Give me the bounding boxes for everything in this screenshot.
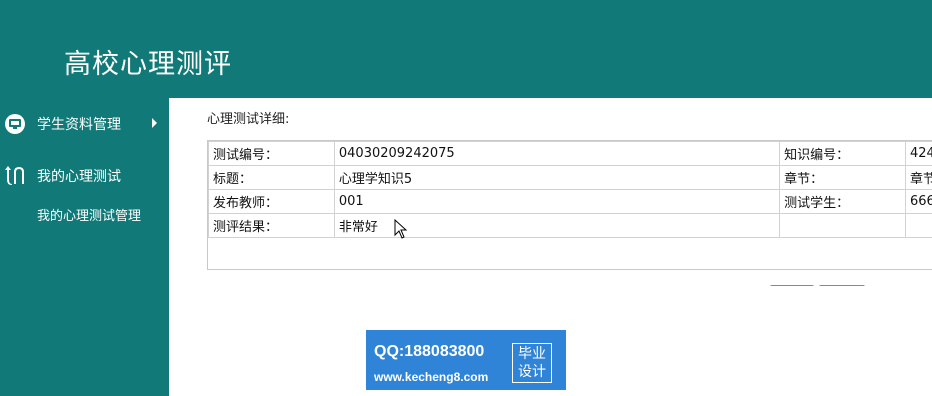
watermark-badge-line: 毕业: [518, 346, 546, 362]
field-label: 测试编号：: [208, 141, 335, 166]
table-row: 测评结果： 非常好: [208, 213, 932, 238]
sidebar-subitem-my-tests-manage[interactable]: 我的心理测试管理: [37, 205, 141, 224]
sidebar-item-label: 学生资料管理: [37, 117, 121, 133]
detail-table: 测试编号： 04030209242075 知识编号： 424 标题： 心理学知识…: [208, 141, 932, 238]
table-row: 标题： 心理学知识5 章节： 章节: [208, 165, 932, 190]
field-value: 424: [905, 141, 932, 166]
watermark-badge: 毕业 设计: [512, 343, 552, 383]
watermark: QQ:188083800 www.kecheng8.com 毕业 设计: [366, 330, 566, 390]
field-value: [905, 213, 932, 238]
sidebar-item-label: 我的心理测试: [37, 169, 121, 185]
field-label: 知识编号：: [779, 141, 907, 166]
main-content: 心理测试详细: 测试编号： 04030209242075 知识编号： 424 标…: [169, 98, 932, 309]
field-value: 04030209242075: [333, 141, 781, 166]
sidebar-item-student-info[interactable]: 学生资料管理: [0, 109, 169, 139]
field-label: 章节：: [779, 165, 907, 190]
flow-icon: [3, 164, 27, 188]
table-row: 测试编号： 04030209242075 知识编号： 424: [208, 141, 932, 166]
detail-panel: 测试编号： 04030209242075 知识编号： 424 标题： 心理学知识…: [207, 140, 932, 309]
sidebar-item-my-tests[interactable]: 我的心理测试: [0, 161, 169, 191]
app-title: 高校心理测评: [64, 49, 232, 80]
section-title: 心理测试详细:: [207, 112, 290, 127]
field-label: 标题：: [208, 165, 335, 190]
field-value: 章节: [905, 165, 932, 190]
watermark-badge-line: 设计: [518, 364, 546, 380]
app-header: 高校心理测评: [0, 0, 932, 98]
watermark-url: www.kecheng8.com: [374, 370, 489, 384]
field-label: 测试学生：: [779, 189, 907, 214]
field-label: 测评结果：: [208, 213, 335, 238]
field-value: 心理学知识5: [333, 165, 781, 190]
sidebar: 学生资料管理 我的心理测试 我的心理测试管理: [0, 98, 169, 396]
monitor-icon: [3, 112, 27, 136]
chevron-right-icon: [152, 118, 157, 128]
field-value: 666: [905, 189, 932, 214]
table-row: 发布教师： 001 测试学生： 666: [208, 189, 932, 214]
mouse-cursor-icon: [394, 219, 408, 239]
field-value: 001: [333, 189, 781, 214]
watermark-qq: QQ:188083800: [374, 343, 485, 360]
field-label: [779, 213, 907, 238]
field-label: 发布教师：: [208, 189, 335, 214]
